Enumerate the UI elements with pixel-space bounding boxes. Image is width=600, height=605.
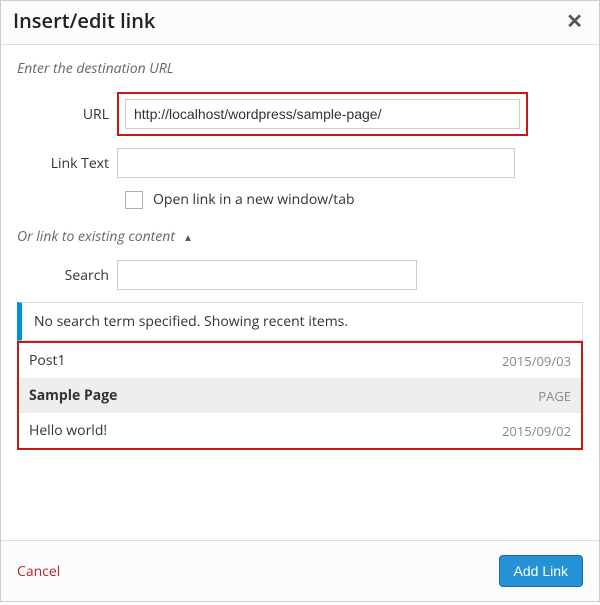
list-item[interactable]: Hello world! 2015/09/02 xyxy=(19,413,581,448)
section-existing-label: Or link to existing content xyxy=(17,227,175,246)
result-title: Post1 xyxy=(29,351,66,370)
chevron-up-icon: ▲ xyxy=(183,230,193,244)
dialog-footer: Cancel Add Link xyxy=(1,540,599,601)
close-icon[interactable]: ✕ xyxy=(562,11,587,31)
link-text-input[interactable] xyxy=(117,148,515,178)
dialog-header: Insert/edit link ✕ xyxy=(1,1,599,45)
link-text-row: Link Text xyxy=(17,148,583,178)
search-input[interactable] xyxy=(117,260,417,290)
section-enter-url: Enter the destination URL xyxy=(17,59,583,78)
search-label: Search xyxy=(17,266,117,285)
url-highlight-box xyxy=(117,92,528,136)
search-notice: No search term specified. Showing recent… xyxy=(17,302,583,341)
list-item[interactable]: Sample Page PAGE xyxy=(19,378,581,413)
search-row: Search xyxy=(17,260,583,290)
new-tab-label: Open link in a new window/tab xyxy=(153,190,355,209)
insert-link-dialog: Insert/edit link ✕ Enter the destination… xyxy=(0,0,600,602)
section-enter-url-label: Enter the destination URL xyxy=(17,59,174,78)
url-input[interactable] xyxy=(125,99,520,129)
search-wrap xyxy=(117,260,417,290)
result-title: Sample Page xyxy=(29,386,117,405)
new-tab-row: Open link in a new window/tab xyxy=(125,190,583,209)
result-title: Hello world! xyxy=(29,421,107,440)
results-list: Post1 2015/09/03 Sample Page PAGE Hello … xyxy=(17,341,583,450)
add-link-button[interactable]: Add Link xyxy=(499,555,583,587)
link-text-wrap xyxy=(117,148,515,178)
result-meta: 2015/09/03 xyxy=(502,352,571,370)
result-meta: PAGE xyxy=(538,387,571,405)
result-meta: 2015/09/02 xyxy=(502,422,571,440)
cancel-button[interactable]: Cancel xyxy=(17,562,60,581)
spacer xyxy=(17,450,583,540)
link-text-label: Link Text xyxy=(17,154,117,173)
url-label: URL xyxy=(17,105,117,124)
new-tab-checkbox[interactable] xyxy=(125,191,143,209)
url-row: URL xyxy=(17,92,583,136)
dialog-title: Insert/edit link xyxy=(13,7,155,34)
section-existing-toggle[interactable]: Or link to existing content ▲ xyxy=(17,227,583,246)
list-item[interactable]: Post1 2015/09/03 xyxy=(19,343,581,378)
dialog-body: Enter the destination URL URL Link Text … xyxy=(1,45,599,540)
